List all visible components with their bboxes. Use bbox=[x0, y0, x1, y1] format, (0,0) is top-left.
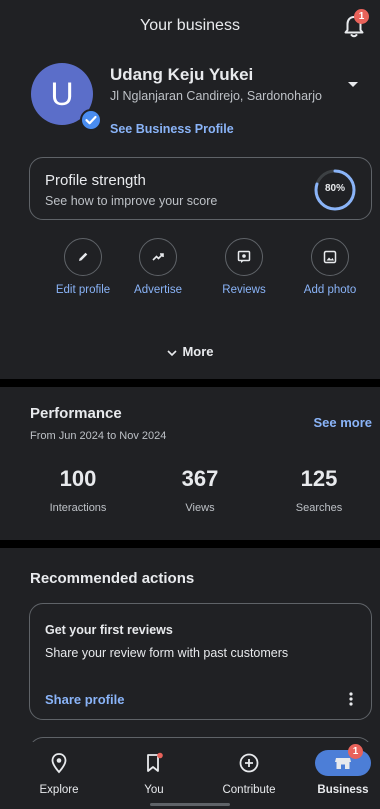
profile-strength-card[interactable]: Profile strength See how to improve your… bbox=[29, 157, 372, 220]
views-value: 367 bbox=[181, 466, 219, 491]
searches-stat[interactable]: 125 Searches bbox=[259, 466, 379, 514]
business-screen: Your business 1 U Udang Keju Yukei Jl Ng… bbox=[0, 0, 380, 809]
top-bar: Your business 1 bbox=[0, 0, 380, 56]
searches-value: 125 bbox=[300, 466, 338, 491]
review-icon bbox=[225, 238, 263, 276]
nav-you[interactable]: You bbox=[116, 750, 192, 796]
page-title: Your business bbox=[140, 17, 240, 34]
verified-icon bbox=[80, 109, 102, 131]
notifications-button[interactable]: 1 bbox=[342, 9, 369, 40]
views-label: Views bbox=[185, 502, 215, 514]
more-button[interactable]: More bbox=[0, 344, 380, 359]
nav-contribute-label: Contribute bbox=[222, 784, 276, 796]
profile-strength-percent: 80% bbox=[324, 183, 345, 194]
more-vert-icon[interactable] bbox=[349, 692, 353, 706]
storefront-icon bbox=[335, 758, 351, 769]
profile-strength-subtitle: See how to improve your score bbox=[45, 194, 218, 208]
nav-business-label: Business bbox=[317, 784, 369, 796]
performance-title: Performance bbox=[30, 405, 122, 422]
add-photo-button[interactable]: Add photo bbox=[285, 238, 375, 296]
more-label: More bbox=[182, 344, 214, 359]
nav-explore-label: Explore bbox=[39, 784, 79, 796]
add-photo-label: Add photo bbox=[303, 284, 357, 296]
recommendation-card: Get your first reviews Share your review… bbox=[29, 603, 372, 720]
advertise-button[interactable]: Advertise bbox=[113, 238, 203, 296]
see-more-link[interactable]: See more bbox=[313, 415, 372, 430]
chevron-down-icon bbox=[167, 349, 178, 356]
interactions-stat[interactable]: 100 Interactions bbox=[18, 466, 138, 514]
trend-icon bbox=[139, 238, 177, 276]
interactions-value: 100 bbox=[59, 466, 97, 491]
section-divider bbox=[0, 379, 380, 387]
recommended-actions-title: Recommended actions bbox=[30, 570, 195, 587]
nav-contribute[interactable]: Contribute bbox=[211, 750, 287, 796]
notification-badge: 1 bbox=[354, 9, 369, 24]
performance-period: From Jun 2024 to Nov 2024 bbox=[30, 430, 167, 442]
nav-you-label: You bbox=[144, 784, 164, 796]
business-badge: 1 bbox=[348, 744, 363, 759]
searches-label: Searches bbox=[295, 502, 343, 514]
reviews-button[interactable]: Reviews bbox=[199, 238, 289, 296]
recommendation-text: Share your review form with past custome… bbox=[45, 646, 289, 660]
see-business-profile-link[interactable]: See Business Profile bbox=[110, 122, 234, 136]
bottom-nav: Explore You Contribute 1 Business bbox=[0, 742, 380, 809]
reviews-label: Reviews bbox=[222, 284, 266, 296]
nav-explore[interactable]: Explore bbox=[21, 750, 97, 796]
bookmark-icon bbox=[147, 752, 163, 772]
quick-actions: Edit profile Advertise Reviews Add photo bbox=[0, 238, 380, 300]
home-indicator bbox=[150, 803, 230, 806]
profile-strength-ring: 80% bbox=[313, 168, 357, 212]
active-indicator: 1 bbox=[315, 744, 371, 776]
share-profile-button[interactable]: Share profile bbox=[45, 692, 124, 707]
section-divider bbox=[0, 540, 380, 548]
location-pin-icon bbox=[51, 753, 67, 774]
photo-icon bbox=[311, 238, 349, 276]
advertise-label: Advertise bbox=[134, 284, 182, 296]
business-header: U Udang Keju Yukei Jl Nglanjaran Candire… bbox=[0, 56, 380, 151]
views-stat[interactable]: 367 Views bbox=[140, 466, 260, 514]
chevron-down-icon[interactable] bbox=[348, 82, 358, 87]
business-address: Jl Nglanjaran Candirejo, Sardonoharjo bbox=[110, 89, 322, 103]
recommendation-title: Get your first reviews bbox=[45, 623, 173, 637]
business-name: Udang Keju Yukei bbox=[110, 65, 254, 84]
profile-strength-title: Profile strength bbox=[45, 172, 146, 189]
nav-business[interactable]: 1 Business bbox=[305, 744, 380, 796]
pencil-icon bbox=[64, 238, 102, 276]
interactions-label: Interactions bbox=[49, 502, 107, 514]
add-circle-icon bbox=[239, 753, 259, 773]
